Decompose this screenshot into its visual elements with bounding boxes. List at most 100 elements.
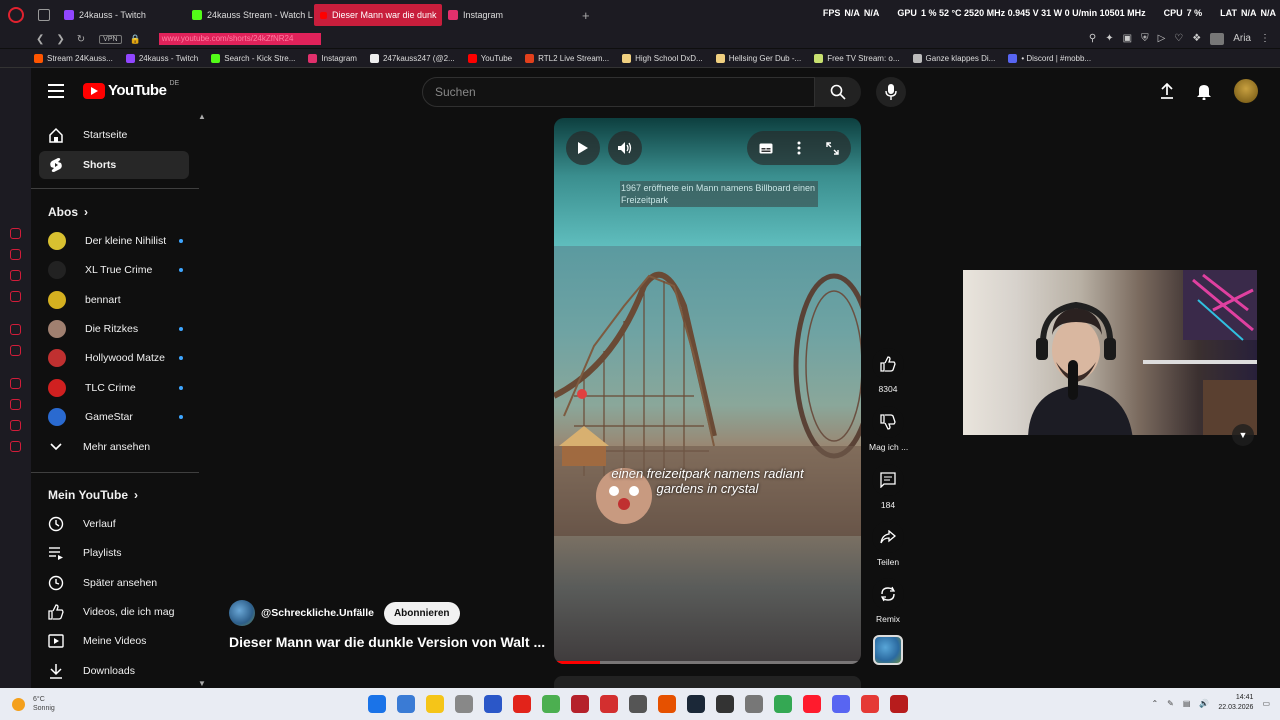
new-tab-button[interactable]: + [582, 8, 590, 23]
tab-youtube-short[interactable]: Dieser Mann war die dunk [314, 4, 442, 26]
taskbar-app-icon[interactable] [745, 695, 763, 713]
sidebar-channel-item[interactable]: Die Ritzkes [39, 315, 189, 343]
messenger-icon[interactable] [10, 228, 21, 239]
next-short-preview[interactable] [554, 676, 861, 688]
reload-icon[interactable]: ↻ [77, 34, 85, 45]
settings-side-icon[interactable] [10, 441, 21, 452]
bag-icon[interactable] [10, 249, 21, 260]
subscriptions-heading[interactable]: Abos › [48, 205, 88, 219]
snapshot-icon[interactable]: ▣ [1123, 33, 1132, 45]
taskbar-app-icon[interactable] [397, 695, 415, 713]
bookmark-item[interactable]: YouTube [467, 53, 512, 63]
bookmark-item[interactable]: Stream 24Kauss... [34, 53, 113, 63]
music-icon[interactable] [10, 270, 21, 281]
channel-avatar[interactable] [229, 600, 255, 626]
original-sound-thumbnail[interactable] [873, 635, 903, 665]
tiktok-icon[interactable] [10, 345, 21, 356]
shorts-video-player[interactable]: 1967 eröffnete ein Mann namens Billboard… [554, 118, 861, 664]
play-button[interactable] [566, 131, 600, 165]
player-icon[interactable] [10, 378, 21, 389]
taskbar-app-icon[interactable] [571, 695, 589, 713]
remix-button[interactable] [872, 578, 904, 610]
forward-icon[interactable]: ❯ [56, 34, 64, 45]
tab-twitch[interactable]: 24kauss - Twitch [58, 4, 186, 26]
network-icon[interactable]: ▤ [1183, 699, 1191, 708]
taskbar-app-icon[interactable] [716, 695, 734, 713]
weather-widget[interactable]: 6°C Sonnig [12, 695, 55, 713]
sidebar-scroll-down-icon[interactable]: ▼ [198, 679, 206, 688]
taskbar-app-icon[interactable] [426, 695, 444, 713]
chat-icon[interactable] [10, 324, 21, 335]
voice-search-button[interactable] [876, 77, 906, 107]
search-button[interactable] [815, 77, 861, 107]
taskbar-app-icon[interactable] [832, 695, 850, 713]
sidebar-channel-item[interactable]: Der kleine Nihilist [39, 227, 189, 255]
captions-icon[interactable] [759, 143, 773, 154]
zoom-icon[interactable]: ⚲ [1089, 33, 1096, 45]
taskbar-app-icon[interactable] [600, 695, 618, 713]
tray-expand-icon[interactable]: ⌃ [1151, 699, 1158, 708]
fullscreen-icon[interactable] [826, 141, 839, 155]
opera-logo-icon[interactable] [8, 7, 24, 23]
sidebar-item-shorts[interactable]: Shorts [39, 151, 189, 179]
comments-button[interactable] [872, 464, 904, 496]
taskbar-app-icon[interactable] [484, 695, 502, 713]
sidebar-item-downloads[interactable]: Downloads [39, 657, 189, 685]
bookmark-item[interactable]: 247kauss247 (@2... [369, 53, 455, 63]
bookmark-item[interactable]: Free TV Stream: o... [814, 53, 900, 63]
account-avatar[interactable] [1234, 79, 1258, 103]
bookmark-item[interactable]: RTL2 Live Stream... [525, 53, 609, 63]
taskbar-app-icon[interactable] [513, 695, 531, 713]
taskbar-app-icon[interactable] [455, 695, 473, 713]
taskbar-app-icon[interactable] [890, 695, 908, 713]
bookmark-item[interactable]: Search - Kick Stre... [211, 53, 295, 63]
sidebar-scroll-up-icon[interactable]: ▲ [198, 112, 206, 121]
more-options-icon[interactable] [797, 141, 801, 155]
search-input[interactable]: Suchen [422, 77, 815, 107]
sidebar-item-watch-later[interactable]: Später ansehen [39, 569, 189, 597]
taskbar-app-icon[interactable] [368, 695, 386, 713]
sidebar-channel-item[interactable]: Hollywood Matze [39, 344, 189, 372]
bookmark-item[interactable]: Ganze klappes Di... [912, 53, 995, 63]
subscribe-button[interactable]: Abonnieren [383, 601, 460, 625]
video-progress-bar[interactable] [554, 661, 861, 664]
taskbar-app-icon[interactable] [861, 695, 879, 713]
tab-overview-icon[interactable] [38, 9, 50, 21]
sidebar-item-history[interactable]: Verlauf [39, 510, 189, 538]
notifications-bell-icon[interactable] [1196, 83, 1212, 100]
taskbar-app-icon[interactable] [658, 695, 676, 713]
bookmark-item[interactable]: Instagram [308, 53, 357, 63]
clock[interactable]: 14:41 22.03.2026 [1218, 693, 1253, 713]
taskbar-app-icon[interactable] [542, 695, 560, 713]
extensions-icon[interactable]: ❖ [1192, 33, 1201, 45]
menu-icon[interactable]: ⋮ [1260, 33, 1270, 45]
taskbar-app-icon[interactable] [629, 695, 647, 713]
sidebar-channel-item[interactable]: GameStar [39, 403, 189, 431]
notifications-icon[interactable]: ▭ [1262, 699, 1270, 708]
vpn-badge[interactable]: VPN [99, 34, 122, 44]
bookmark-item[interactable]: High School DxD... [622, 53, 703, 63]
menu-hamburger-icon[interactable] [48, 84, 64, 98]
sidebar-item-home[interactable]: Startseite [39, 121, 189, 149]
speaker-icon[interactable]: 🔊 [1199, 699, 1209, 708]
taskbar-app-icon[interactable] [803, 695, 821, 713]
upload-icon[interactable] [1160, 83, 1174, 99]
sidebar-channel-item[interactable]: TLC Crime [39, 374, 189, 402]
bookmark-item[interactable]: Hellsing Ger Dub -... [715, 53, 801, 63]
shield-icon[interactable]: ⛨ [1141, 33, 1149, 45]
news-icon[interactable] [10, 291, 21, 302]
bookmark-item[interactable]: • Discord | #mobb... [1008, 53, 1091, 63]
pen-icon[interactable]: ✎ [1167, 699, 1174, 708]
overlay-chevron-down-icon[interactable]: ▼ [1232, 424, 1254, 446]
sidebar-item-my-videos[interactable]: Meine Videos [39, 627, 189, 655]
extensions-side-icon[interactable] [10, 420, 21, 431]
url-field[interactable]: www.youtube.com/shorts/24kZfNR24 [158, 33, 321, 45]
tab-instagram[interactable]: Instagram [442, 4, 570, 26]
bookmark-item[interactable]: 24kauss - Twitch [125, 53, 198, 63]
dislike-button[interactable] [872, 406, 904, 438]
my-youtube-heading[interactable]: Mein YouTube › [48, 488, 138, 502]
taskbar-app-icon[interactable] [687, 695, 705, 713]
history-side-icon[interactable] [10, 399, 21, 410]
profile-icon[interactable] [1210, 33, 1225, 45]
sidebar-channel-item[interactable]: XL True Crime [39, 256, 189, 284]
